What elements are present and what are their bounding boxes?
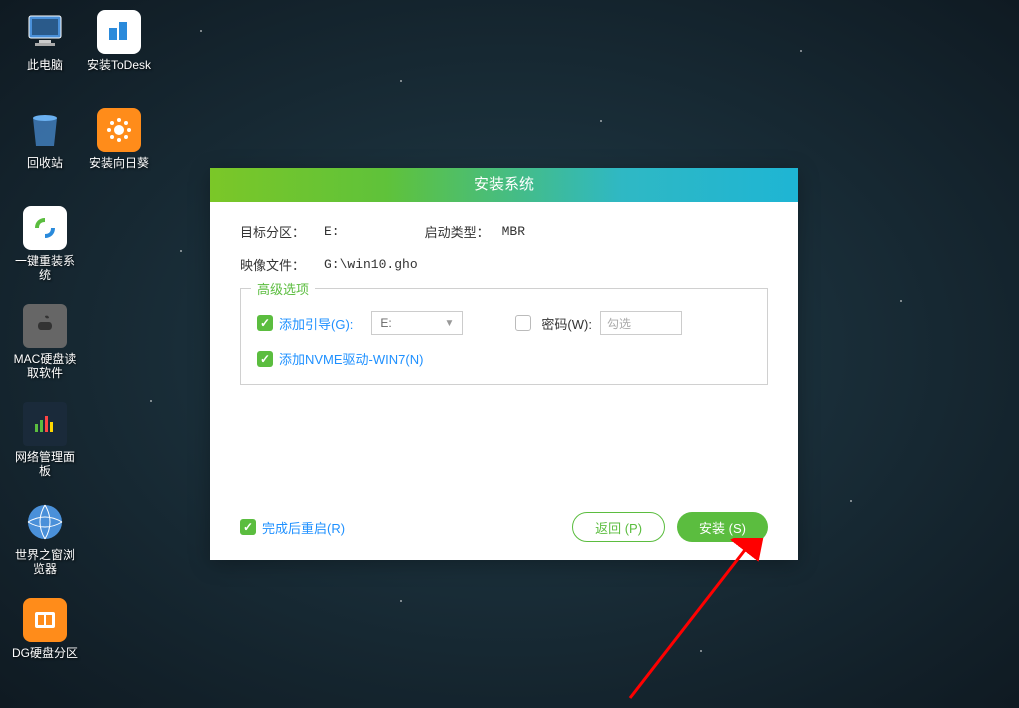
icon-label: 回收站 [10, 156, 80, 170]
mac-disk-icon [23, 304, 67, 348]
icon-label: 安装向日葵 [84, 156, 154, 170]
pc-icon [23, 10, 67, 54]
icon-label: DG硬盘分区 [10, 646, 80, 660]
icon-label: 网络管理面板 [10, 450, 80, 479]
advanced-legend: 高级选项 [251, 279, 315, 298]
dg-partition-icon [23, 598, 67, 642]
desktop-icon-this-pc[interactable]: 此电脑 [10, 10, 80, 72]
icon-label: 此电脑 [10, 58, 80, 72]
boot-type-value: MBR [502, 224, 525, 239]
annotation-arrow [620, 538, 780, 708]
add-boot-dropdown[interactable]: E: ▼ [371, 311, 463, 335]
desktop-icon-network[interactable]: 网络管理面板 [10, 402, 80, 479]
target-partition-row: 目标分区： E: 启动类型： MBR [240, 222, 768, 241]
add-nvme-row: ✓ 添加NVME驱动-WIN7(N) [257, 349, 751, 368]
restart-label: 完成后重启(R) [262, 518, 345, 537]
target-partition-value: E: [324, 224, 340, 239]
desktop-icon-mac-disk[interactable]: MAC硬盘读取软件 [10, 304, 80, 381]
add-nvme-checkbox[interactable]: ✓ [257, 351, 273, 367]
reinstall-icon [23, 206, 67, 250]
icon-label: 一键重装系统 [10, 254, 80, 283]
dialog-title: 安装系统 [210, 168, 798, 202]
desktop-icon-todesk[interactable]: 安装ToDesk [84, 10, 154, 72]
boot-type-label: 启动类型： [425, 222, 490, 241]
password-checkbox[interactable] [515, 315, 531, 331]
image-file-value: G:\win10.gho [324, 257, 418, 272]
desktop-icon-sunflower[interactable]: 安装向日葵 [84, 108, 154, 170]
dropdown-value: E: [380, 316, 391, 330]
desktop-icon-browser[interactable]: 世界之窗浏览器 [10, 500, 80, 577]
add-boot-checkbox[interactable]: ✓ [257, 315, 273, 331]
icon-label: 世界之窗浏览器 [10, 548, 80, 577]
add-nvme-label: 添加NVME驱动-WIN7(N) [279, 349, 423, 368]
password-input[interactable]: 勾选 [600, 311, 682, 335]
add-boot-label: 添加引导(G): [279, 314, 353, 333]
install-button[interactable]: 安装 (S) [677, 512, 768, 542]
dialog-body: 目标分区： E: 启动类型： MBR 映像文件： G:\win10.gho 高级… [210, 202, 798, 399]
desktop-icon-dg[interactable]: DG硬盘分区 [10, 598, 80, 660]
advanced-options-fieldset: 高级选项 ✓ 添加引导(G): E: ▼ 密码(W): 勾选 ✓ 添加NVME驱… [240, 288, 768, 385]
dialog-footer: ✓ 完成后重启(R) 返回 (P) 安装 (S) [240, 512, 768, 542]
recycle-bin-icon [23, 108, 67, 152]
todesk-icon [97, 10, 141, 54]
install-system-dialog: 安装系统 目标分区： E: 启动类型： MBR 映像文件： G:\win10.g… [210, 168, 798, 560]
back-button[interactable]: 返回 (P) [572, 512, 665, 542]
restart-checkbox[interactable]: ✓ [240, 519, 256, 535]
desktop-icon-recycle[interactable]: 回收站 [10, 108, 80, 170]
add-boot-row: ✓ 添加引导(G): E: ▼ 密码(W): 勾选 [257, 311, 751, 335]
image-file-row: 映像文件： G:\win10.gho [240, 255, 768, 274]
icon-label: 安装ToDesk [84, 58, 154, 72]
desktop-icon-reinstall[interactable]: 一键重装系统 [10, 206, 80, 283]
restart-after-check: ✓ 完成后重启(R) [240, 518, 345, 537]
image-file-label: 映像文件： [240, 255, 324, 274]
chevron-down-icon: ▼ [444, 318, 454, 329]
globe-icon [23, 500, 67, 544]
sunflower-icon [97, 108, 141, 152]
target-partition-label: 目标分区： [240, 222, 324, 241]
password-label: 密码(W): [541, 314, 592, 333]
icon-label: MAC硬盘读取软件 [10, 352, 80, 381]
network-panel-icon [23, 402, 67, 446]
